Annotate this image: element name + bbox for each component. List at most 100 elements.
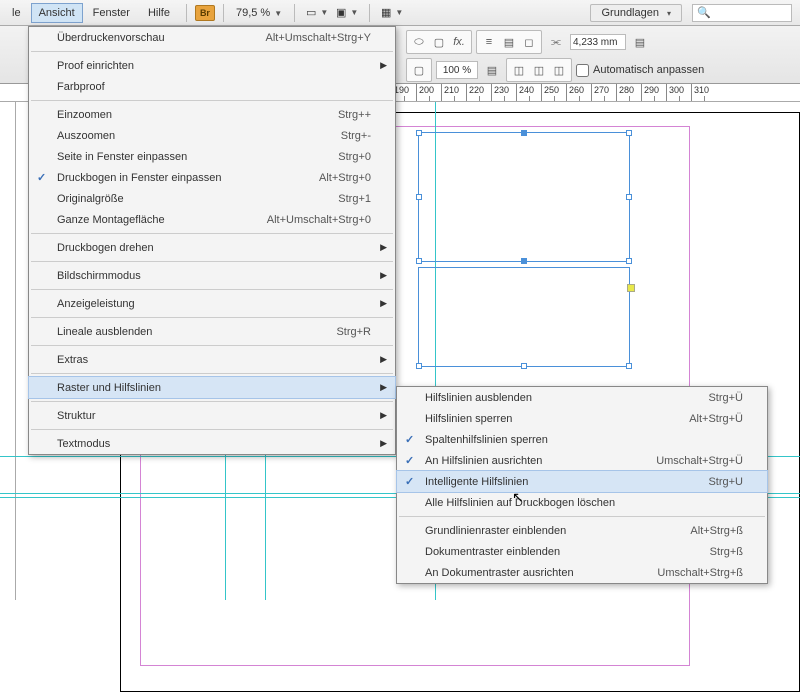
menu-label: Überdruckenvorschau xyxy=(57,32,236,44)
link-icon[interactable]: ⫘ xyxy=(546,33,566,51)
menu-item-ansicht[interactable]: Ansicht xyxy=(31,3,83,23)
zoom-level[interactable]: 79,5 %▼ xyxy=(232,5,286,21)
menu-item-fenster[interactable]: Fenster xyxy=(85,3,138,23)
menu-separator xyxy=(31,401,393,402)
menu-shortcut: Strg+ß xyxy=(710,546,743,558)
menu-item[interactable]: Bildschirmmodus▶ xyxy=(29,265,395,286)
frame-icon[interactable]: ◻ xyxy=(519,33,539,51)
menu-item[interactable]: Druckbogen drehen ▶ xyxy=(29,237,395,258)
menu-separator xyxy=(31,51,393,52)
align-group: ≡ ▤ ◻ xyxy=(476,30,542,54)
chain-icon[interactable]: ⬭ xyxy=(409,33,429,51)
menu-item[interactable]: Alle Hilfslinien auf Druckbogen löschen xyxy=(397,492,767,513)
fx-icon[interactable]: fx. xyxy=(449,33,469,51)
bridge-icon[interactable]: Br xyxy=(195,5,215,21)
submenu-arrow-icon: ▶ xyxy=(380,60,387,71)
menu-item[interactable]: OriginalgrößeStrg+1 xyxy=(29,188,395,209)
menu-item[interactable]: Grundlinienraster einblenden Alt+Strg+ß xyxy=(397,520,767,541)
menu-shortcut: Umschalt+Strg+Ü xyxy=(656,455,743,467)
selected-frame[interactable] xyxy=(418,132,630,262)
menu-item[interactable]: Struktur▶ xyxy=(29,405,395,426)
anchor-indicator[interactable] xyxy=(627,284,635,292)
search-input[interactable]: 🔍 xyxy=(692,4,792,22)
align-icon[interactable]: ≡ xyxy=(479,33,499,51)
menu-shortcut: Strg+- xyxy=(341,130,371,142)
menu-item[interactable]: ✓Druckbogen in Fenster einpassenAlt+Strg… xyxy=(29,167,395,188)
menu-label: Raster und Hilfslinien xyxy=(57,382,371,394)
menu-shortcut: Umschalt+Strg+ß xyxy=(657,567,743,579)
menu-item[interactable]: ✓Spaltenhilfslinien sperren xyxy=(397,429,767,450)
menu-shortcut: Alt+Umschalt+Strg+0 xyxy=(267,214,371,226)
wrap-icon[interactable]: ▤ xyxy=(499,33,519,51)
menu-label: Bildschirmmodus xyxy=(57,270,371,282)
check-icon: ✓ xyxy=(405,454,414,467)
menu-shortcut: Strg+U xyxy=(708,476,743,488)
menu-item[interactable]: ✓An Hilfslinien ausrichtenUmschalt+Strg+… xyxy=(397,450,767,471)
menu-item[interactable]: Dokumentraster einblenden Strg+ß xyxy=(397,541,767,562)
menu-item[interactable]: An Dokumentraster ausrichten Umschalt+Str… xyxy=(397,562,767,583)
menu-label: Dokumentraster einblenden xyxy=(425,546,680,558)
stepper-icon[interactable]: ▤ xyxy=(630,33,650,51)
check-icon: ✓ xyxy=(37,171,46,184)
menu-shortcut: Strg+Ü xyxy=(708,392,743,404)
menu-item[interactable]: Hilfslinien ausblenden Strg+Ü xyxy=(397,387,767,408)
frame[interactable] xyxy=(418,267,630,367)
fit3-icon[interactable]: ◫ xyxy=(549,61,569,79)
menu-label: Struktur xyxy=(57,410,371,422)
menu-label: Textmodus xyxy=(57,438,371,450)
view-menu: Überdruckenvorschau Alt+Umschalt+Strg+Y Pr… xyxy=(28,26,396,455)
menu-item[interactable]: le xyxy=(4,3,29,23)
ruler-vertical[interactable] xyxy=(0,102,16,600)
separator xyxy=(369,4,370,22)
constraint-icon[interactable]: ▢ xyxy=(429,33,449,51)
menu-item[interactable]: Farbproof xyxy=(29,76,395,97)
menu-item[interactable]: Einzoomen Strg++ xyxy=(29,104,395,125)
menu-item[interactable]: Lineale ausblendenStrg+R xyxy=(29,321,395,342)
submenu-arrow-icon: ▶ xyxy=(380,382,387,393)
menu-item[interactable]: Seite in Fenster einpassen Strg+0 xyxy=(29,146,395,167)
menu-label: Hilfslinien ausblenden xyxy=(425,392,678,404)
menu-label: Grundlinienraster einblenden xyxy=(425,525,660,537)
view-options-icon[interactable]: ▭▼ xyxy=(303,3,331,23)
submenu-arrow-icon: ▶ xyxy=(380,438,387,449)
menu-item[interactable]: Anzeigeleistung▶ xyxy=(29,293,395,314)
separator xyxy=(223,4,224,22)
menu-separator xyxy=(31,373,393,374)
fit2-icon[interactable]: ◫ xyxy=(529,61,549,79)
percent-field[interactable]: 100 % xyxy=(436,61,478,79)
menu-item[interactable]: Raster und Hilfslinien ▶ xyxy=(29,377,395,398)
sq-icon[interactable]: ▢ xyxy=(409,61,429,79)
arrange-icon[interactable]: ▦▼ xyxy=(378,3,406,23)
menu-shortcut: Alt+Umschalt+Strg+Y xyxy=(266,32,371,44)
separator xyxy=(294,4,295,22)
menu-separator xyxy=(31,233,393,234)
check-icon: ✓ xyxy=(405,475,414,488)
menu-item[interactable]: Extras▶ xyxy=(29,349,395,370)
submenu-arrow-icon: ▶ xyxy=(380,242,387,253)
menu-shortcut: Strg++ xyxy=(338,109,371,121)
menu-item[interactable]: Proof einrichten▶ xyxy=(29,55,395,76)
menu-label: An Dokumentraster ausrichten xyxy=(425,567,627,579)
workspace-switcher[interactable]: Grundlagen▾ xyxy=(590,4,682,22)
menu-label: Einzoomen xyxy=(57,109,308,121)
menu-shortcut: Alt+Strg+ß xyxy=(690,525,743,537)
menu-item[interactable]: Textmodus ▶ xyxy=(29,433,395,454)
menu-item-hilfe[interactable]: Hilfe xyxy=(140,3,178,23)
separator xyxy=(186,4,187,22)
screen-mode-icon[interactable]: ▣▼ xyxy=(333,3,361,23)
menu-item[interactable]: Hilfslinien sperrenAlt+Strg+Ü xyxy=(397,408,767,429)
menu-separator xyxy=(31,429,393,430)
menu-label: Seite in Fenster einpassen xyxy=(57,151,308,163)
stroke-field[interactable]: 4,233 mm xyxy=(570,34,626,50)
menu-item[interactable]: Überdruckenvorschau Alt+Umschalt+Strg+Y xyxy=(29,27,395,48)
menu-separator xyxy=(31,261,393,262)
fit1-icon[interactable]: ◫ xyxy=(509,61,529,79)
pct-stepper[interactable]: ▤ xyxy=(482,61,502,79)
menu-shortcut: Strg+0 xyxy=(338,151,371,163)
menu-item[interactable]: Ganze MontageflächeAlt+Umschalt+Strg+0 xyxy=(29,209,395,230)
menu-label: Druckbogen drehen xyxy=(57,242,371,254)
autofit-checkbox[interactable]: Automatisch anpassen xyxy=(576,64,704,77)
menu-label: Extras xyxy=(57,354,371,366)
menu-item[interactable]: AuszoomenStrg+- xyxy=(29,125,395,146)
menu-item[interactable]: ✓Intelligente HilfslinienStrg+U xyxy=(397,471,767,492)
